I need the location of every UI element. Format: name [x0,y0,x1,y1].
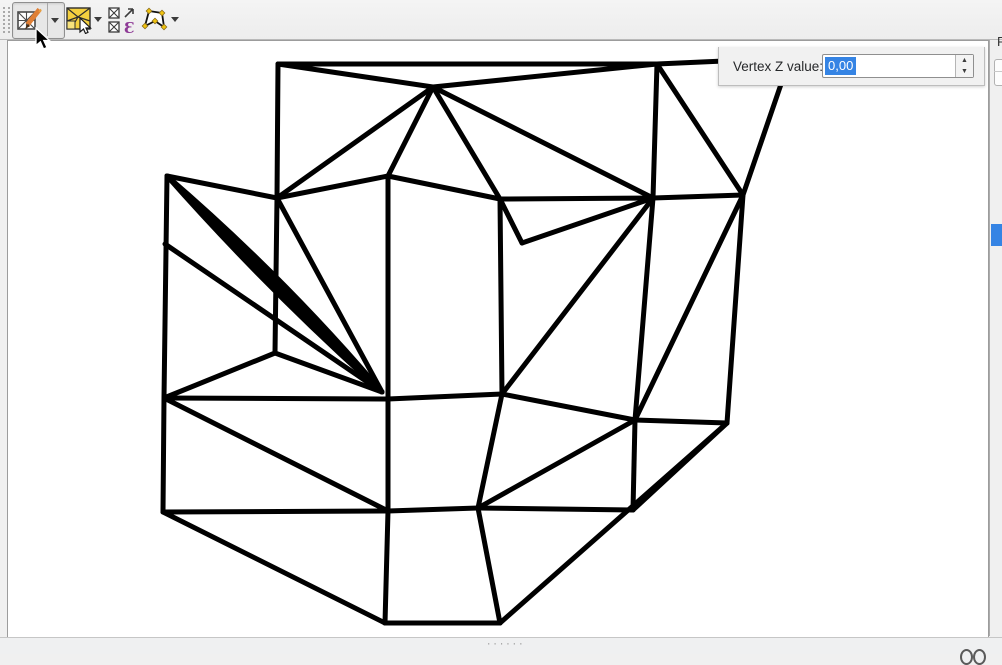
mesh-edit-pencil-icon [17,8,43,34]
right-panel-selection[interactable] [991,224,1002,246]
force-by-polygon-button[interactable] [140,2,168,37]
status-bar: ······ [0,637,1002,654]
force-by-polygon-dropdown-arrow[interactable] [171,17,179,22]
spin-buttons: ▲ ▼ [955,55,973,77]
status-icon-circle-2[interactable] [973,649,986,665]
right-dock-panel-sliver: P [989,40,1002,636]
spin-down-button[interactable]: ▼ [956,66,973,77]
transform-mesh-vertices-button[interactable]: Ɛ [106,2,138,37]
right-panel-title: P [997,34,1002,49]
vertex-z-value[interactable]: 0,00 [825,57,856,75]
map-canvas[interactable]: Vertex Z value: 0,00 ▲ ▼ [7,40,989,638]
application-window: { "toolbar": { "buttons": [ {"label": "E… [0,0,1002,653]
select-mesh-dropdown-arrow[interactable] [94,17,102,22]
edit-mesh-button[interactable] [12,2,65,39]
mesh-transform-epsilon-icon: Ɛ [108,7,138,35]
mesh-polygon-icon [141,7,168,34]
mesh-select-cursor-icon [66,7,93,34]
mesh-digitizing-toolbar: Ɛ [0,0,1002,40]
vertex-z-panel: Vertex Z value: 0,00 ▲ ▼ [718,47,985,86]
vertex-z-spinbox[interactable]: 0,00 ▲ ▼ [822,54,974,78]
spin-up-button[interactable]: ▲ [956,55,973,66]
edit-mesh-dropdown-arrow[interactable] [51,18,59,23]
svg-text:Ɛ: Ɛ [124,19,135,35]
vertex-z-label: Vertex Z value: [733,47,823,86]
panel-resize-handle[interactable]: ······ [486,640,525,650]
status-icon-circle-1[interactable] [960,649,973,665]
toolbar-drag-handle[interactable] [3,7,10,33]
split-button-separator [47,3,48,36]
select-mesh-elements-button[interactable] [65,2,92,37]
right-panel-frame-edge [994,71,1002,72]
right-panel-button[interactable] [994,59,1002,86]
mesh-layer [8,41,987,636]
